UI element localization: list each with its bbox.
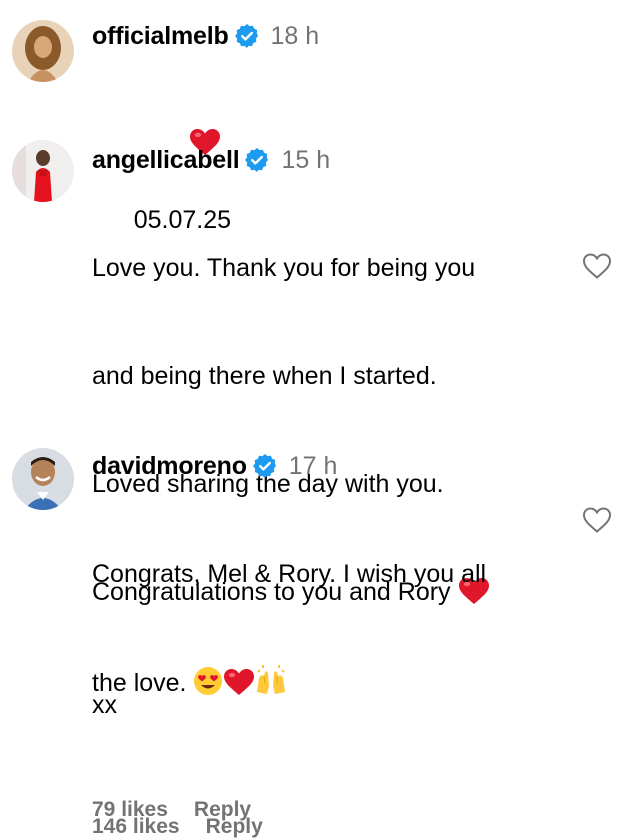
comment-line: Love you. Thank you for being you xyxy=(92,254,476,282)
avatar-davidmoreno[interactable] xyxy=(12,448,74,510)
comment-timestamp[interactable]: 15 h xyxy=(281,146,330,175)
like-comment-button[interactable] xyxy=(582,506,612,534)
comment-timestamp[interactable]: 17 h xyxy=(289,452,338,481)
like-comment-button[interactable] xyxy=(582,252,612,280)
avatar-image xyxy=(12,140,74,202)
likes-count[interactable]: 79 likes xyxy=(92,798,168,822)
verified-badge-icon xyxy=(252,454,277,478)
reply-button[interactable]: Reply xyxy=(194,798,251,822)
comment-timestamp[interactable]: 18 h xyxy=(271,22,320,51)
raising-hands-emoji-icon xyxy=(255,664,287,706)
avatar-image xyxy=(12,448,74,510)
avatar-image xyxy=(12,20,74,82)
red-heart-emoji-icon xyxy=(223,668,255,706)
comment-line: Congrats, Mel & Rory. I wish you all xyxy=(92,560,487,588)
avatar-angellicabell[interactable] xyxy=(12,140,74,202)
comment-line: and being there when I started. xyxy=(92,362,437,390)
comment-text: Congrats, Mel & Rory. I wish you all the… xyxy=(92,484,574,778)
heart-outline-icon xyxy=(582,253,612,279)
avatar-officialmelb[interactable] xyxy=(12,20,74,82)
heart-outline-icon xyxy=(582,507,612,533)
comment-line-with-emoji: the love. xyxy=(92,664,574,706)
comment-line: the love. xyxy=(92,669,187,697)
comment-username[interactable]: officialmelb xyxy=(92,22,229,51)
comment-username[interactable]: angellicabell xyxy=(92,146,240,175)
verified-badge-icon xyxy=(234,24,259,48)
verified-badge-icon xyxy=(245,148,269,172)
comment-username[interactable]: davidmoreno xyxy=(92,452,247,481)
heart-eyes-face-emoji-icon xyxy=(193,666,223,706)
